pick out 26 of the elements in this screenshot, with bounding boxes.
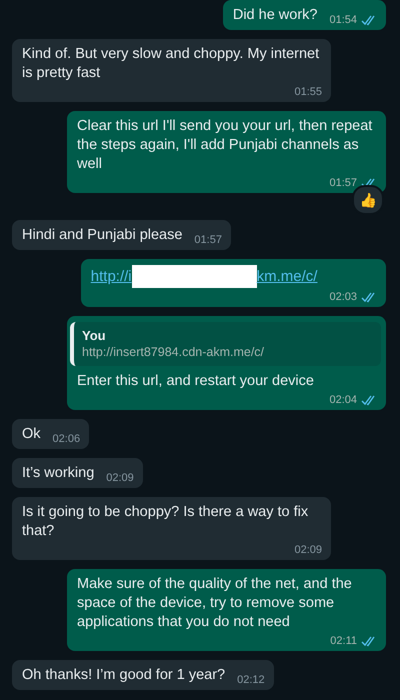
message-link[interactable]: km.me/c/ (256, 267, 318, 286)
message-time: 01:57 (194, 233, 222, 247)
message-time: 02:06 (52, 432, 80, 446)
message-link[interactable]: http://i (90, 267, 132, 286)
reaction-emoji[interactable]: 👍 (352, 185, 384, 215)
message-text: Kind of. But very slow and choppy. My internet is pretty fast (22, 45, 320, 83)
message-time: 02:12 (237, 673, 265, 687)
message-text: Is it going to be choppy? Is there a way to fix that? (22, 503, 310, 541)
message-text: Clear this url I'll send you your url, then repeat the steps again, I'll add Punjabi channels as well (77, 117, 374, 174)
quote-text: http://insert87984.cdn-akm.me/c/ (82, 344, 266, 361)
message-text: Did he work? (232, 6, 318, 25)
message-text: Hindi and Punjabi please (22, 226, 182, 245)
message-text: It’s working (22, 464, 94, 483)
message-time: 01:54 (329, 13, 357, 27)
message-time: 02:09 (294, 543, 322, 557)
message-time: 01:55 (294, 85, 322, 99)
message-time: 02:09 (106, 471, 134, 485)
message-text: Ok (22, 425, 41, 444)
message-time: 02:11 (330, 634, 357, 648)
quote-author: You (82, 327, 107, 344)
message-text: Make sure of the quality of the net, and the space of the device, try to remove some applications that you do not need (77, 575, 353, 632)
message-text: Enter this url, and restart your device (77, 372, 314, 391)
message-time: 02:04 (329, 393, 357, 407)
message-time: 02:03 (329, 290, 357, 304)
quoted-message[interactable]: You http://insert87984.cdn-akm.me/c/ (70, 322, 381, 366)
message-text: Oh thanks! I’m good for 1 year? (22, 666, 226, 685)
